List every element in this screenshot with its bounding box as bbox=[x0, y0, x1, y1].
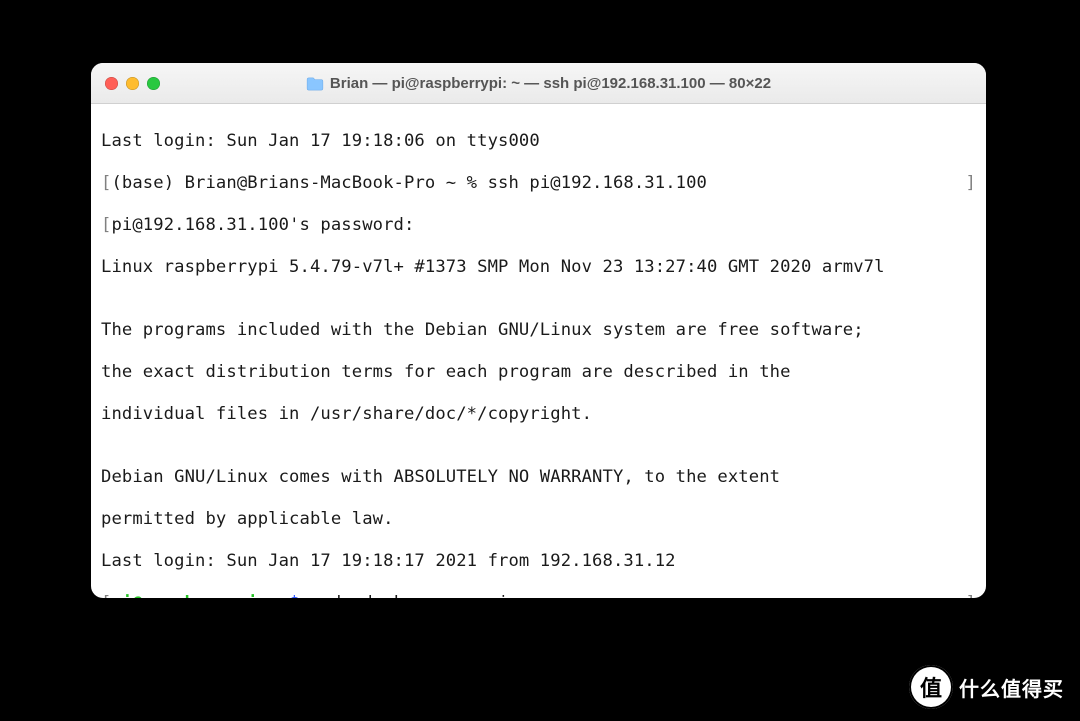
minimize-icon[interactable] bbox=[126, 77, 139, 90]
command-text: sudo docker --version bbox=[300, 593, 530, 598]
bracket-icon: [ bbox=[101, 593, 111, 598]
terminal-line: [pi@192.168.31.100's password: bbox=[101, 215, 976, 236]
terminal-line: individual files in /usr/share/doc/*/cop… bbox=[101, 404, 976, 425]
bracket-icon: ] bbox=[966, 593, 976, 598]
prompt-line: [pi@raspberrypi:~ $ sudo docker --versio… bbox=[101, 593, 976, 598]
terminal-line: Last login: Sun Jan 17 19:18:06 on ttys0… bbox=[101, 131, 976, 152]
terminal-body[interactable]: Last login: Sun Jan 17 19:18:06 on ttys0… bbox=[91, 104, 986, 598]
prompt-user-host: pi@raspberrypi bbox=[111, 593, 257, 598]
terminal-line: Debian GNU/Linux comes with ABSOLUTELY N… bbox=[101, 467, 976, 488]
command-text: ssh pi@192.168.31.100 bbox=[488, 173, 707, 193]
terminal-line: [(base) Brian@Brians-MacBook-Pro ~ % ssh… bbox=[101, 173, 976, 194]
local-prompt: (base) Brian@Brians-MacBook-Pro ~ % bbox=[111, 173, 487, 193]
terminal-window: Brian — pi@raspberrypi: ~ — ssh pi@192.1… bbox=[91, 63, 986, 598]
password-prompt: pi@192.168.31.100's password: bbox=[111, 215, 414, 235]
bracket-icon: [ bbox=[101, 215, 111, 236]
terminal-line: Linux raspberrypi 5.4.79-v7l+ #1373 SMP … bbox=[101, 257, 976, 278]
watermark-badge-icon: 值 bbox=[911, 667, 951, 707]
terminal-line: the exact distribution terms for each pr… bbox=[101, 362, 976, 383]
zoom-icon[interactable] bbox=[147, 77, 160, 90]
titlebar[interactable]: Brian — pi@raspberrypi: ~ — ssh pi@192.1… bbox=[91, 63, 986, 104]
bracket-icon: ] bbox=[966, 173, 976, 194]
folder-icon bbox=[306, 76, 324, 90]
bracket-icon: [ bbox=[101, 173, 111, 194]
title-wrap: Brian — pi@raspberrypi: ~ — ssh pi@192.1… bbox=[91, 75, 986, 92]
terminal-line: permitted by applicable law. bbox=[101, 509, 976, 530]
prompt-path: ~ $ bbox=[268, 593, 299, 598]
prompt-sep: : bbox=[258, 593, 268, 598]
watermark-text: 什么值得买 bbox=[959, 673, 1064, 702]
terminal-line: The programs included with the Debian GN… bbox=[101, 320, 976, 341]
window-controls bbox=[105, 77, 160, 90]
window-title: Brian — pi@raspberrypi: ~ — ssh pi@192.1… bbox=[330, 75, 771, 92]
terminal-line: Last login: Sun Jan 17 19:18:17 2021 fro… bbox=[101, 551, 976, 572]
close-icon[interactable] bbox=[105, 77, 118, 90]
watermark: 值 什么值得买 bbox=[911, 667, 1064, 707]
